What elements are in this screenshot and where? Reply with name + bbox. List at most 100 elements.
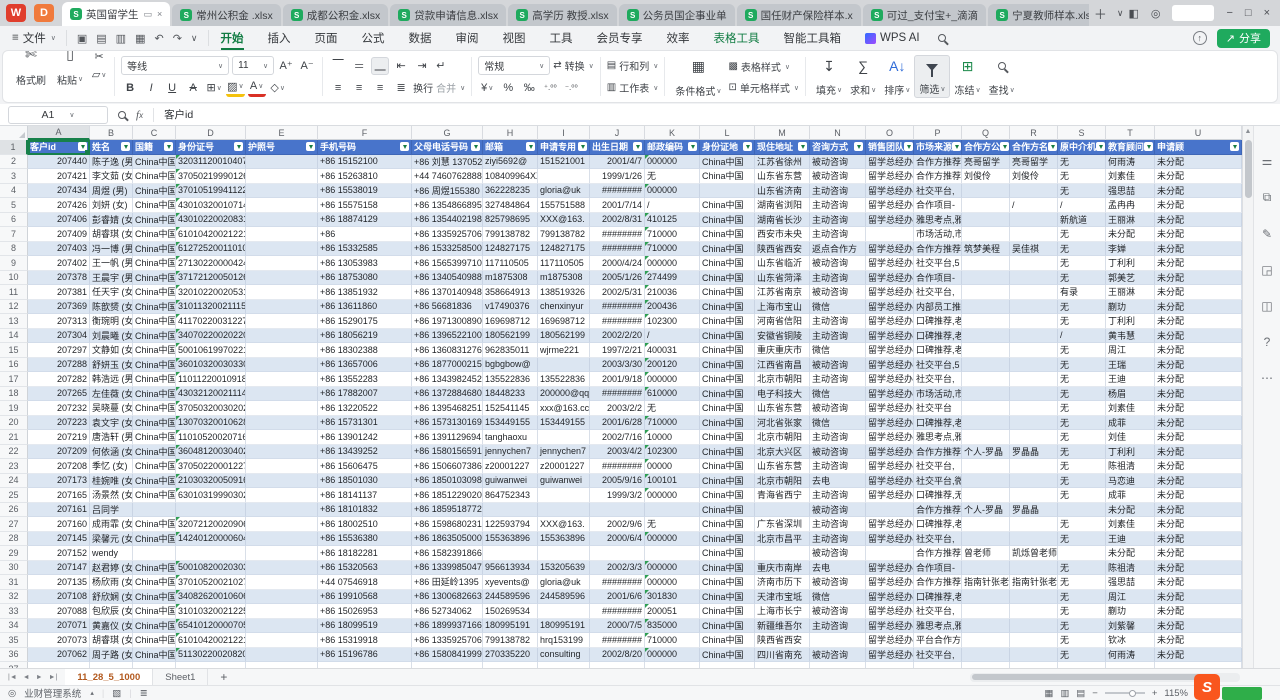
cell[interactable]: China中国	[700, 300, 755, 315]
cell[interactable]: 马恋迪	[1106, 474, 1155, 489]
cell[interactable]: +86 15263810	[318, 169, 412, 184]
cell[interactable]	[590, 546, 645, 561]
cell[interactable]: 无	[1058, 517, 1106, 532]
cell[interactable]: 刘素佳	[1106, 401, 1155, 416]
sum-button[interactable]: ∑求和∨	[846, 55, 880, 98]
cell[interactable]: 274499	[645, 271, 700, 286]
eraser-button[interactable]: ◇∨	[269, 79, 287, 97]
cell[interactable]: 成雨霏 (女	[90, 517, 133, 532]
cell[interactable]: China中国	[700, 169, 755, 184]
cell[interactable]: 口碑推荐,老	[914, 517, 962, 532]
cell[interactable]	[246, 155, 318, 170]
cell[interactable]: 无	[1058, 372, 1106, 387]
cell[interactable]: ziyi5692@	[483, 155, 538, 170]
cell[interactable]	[246, 604, 318, 619]
row-number[interactable]: 19	[0, 401, 28, 416]
header-cell-I[interactable]: 申请专用	[538, 140, 590, 155]
skin-icon[interactable]: ◎	[1151, 7, 1161, 20]
cell[interactable]	[1010, 488, 1058, 503]
cell[interactable]: 山东省菏泽	[755, 271, 810, 286]
fill-button[interactable]: ↧填充∨	[812, 55, 846, 98]
cell[interactable]: +86 13657006	[318, 358, 412, 373]
cell[interactable]: 市场活动,市	[914, 387, 962, 402]
cell[interactable]: 207071	[28, 619, 90, 634]
cell[interactable]: 未分配	[1155, 488, 1242, 503]
cell[interactable]: 2003/4/2	[590, 445, 645, 460]
cell[interactable]: 未分配	[1155, 387, 1242, 402]
cell[interactable]: 207288	[28, 358, 90, 373]
cell[interactable]: 被动咨询	[810, 358, 866, 373]
cell[interactable]: 王晨宇 (男	[90, 271, 133, 286]
cell[interactable]: +86 1582391866	[412, 546, 483, 561]
cell[interactable]: 无	[1058, 445, 1106, 460]
cell[interactable]: 180562199	[483, 329, 538, 344]
file-menu-button[interactable]: ≡ 文件 ∨	[0, 30, 66, 46]
cell[interactable]: China中国	[133, 416, 176, 431]
font-color-button[interactable]: A∨	[248, 79, 266, 97]
cell[interactable]: 被动咨询	[810, 575, 866, 590]
cell[interactable]: 社交平台,微	[914, 474, 962, 489]
cell[interactable]: 430103200107142529	[176, 198, 246, 213]
justify-icon[interactable]: ≣	[392, 79, 410, 97]
cell[interactable]: 117110505	[483, 256, 538, 271]
cell[interactable]: 未分配	[1155, 532, 1242, 547]
cell[interactable]: 社交平台,	[914, 372, 962, 387]
normal-view-icon[interactable]: ▦	[1044, 688, 1053, 699]
cell[interactable]: 2001/6/28	[590, 416, 645, 431]
cell[interactable]: 2002/3/3	[590, 561, 645, 576]
cell[interactable]: 180562199	[538, 329, 590, 344]
column-header-N[interactable]: N	[810, 126, 866, 140]
row-number[interactable]: 13	[0, 314, 28, 329]
cell[interactable]: 山东省临沂	[755, 256, 810, 271]
cell[interactable]: 122593794	[483, 517, 538, 532]
cell[interactable]: 511302200208200025	[176, 648, 246, 663]
cell[interactable]	[246, 633, 318, 648]
row-number[interactable]: 16	[0, 358, 28, 373]
cell[interactable]: China中国	[133, 213, 176, 228]
filter-button[interactable]: 筛选∨	[914, 55, 950, 98]
cell[interactable]: 留学总经办	[866, 300, 914, 315]
cell[interactable]: China中国	[700, 401, 755, 416]
cell[interactable]: +86 15606475	[318, 459, 412, 474]
cell[interactable]: 未分配	[1155, 256, 1242, 271]
cell[interactable]: 钦冰	[1106, 633, 1155, 648]
save-icon[interactable]: ▣	[77, 32, 87, 45]
document-tab[interactable]: S公务员国企事业单	[619, 4, 735, 26]
cell[interactable]: 合作项目-	[914, 561, 962, 576]
cell[interactable]: 未分配	[1155, 213, 1242, 228]
cell[interactable]: 袁文宇 (女	[90, 416, 133, 431]
row-number[interactable]: 1	[0, 140, 28, 155]
row-number[interactable]: 27	[0, 517, 28, 532]
cell[interactable]: 社交平台,5	[914, 256, 962, 271]
cell[interactable]: 无	[1058, 169, 1106, 184]
cell[interactable]: 何依涵 (女	[90, 445, 133, 460]
thousands-button[interactable]: ‰	[520, 79, 538, 97]
cell[interactable]: 110105200207165451	[176, 430, 246, 445]
cell[interactable]	[1010, 532, 1058, 547]
print-icon[interactable]: ▥	[116, 32, 126, 45]
filter-dropdown-icon[interactable]	[121, 142, 130, 151]
cell[interactable]: China中国	[700, 242, 755, 257]
cell[interactable]: China中国	[133, 575, 176, 590]
cell[interactable]: 未分配	[1155, 329, 1242, 344]
currency-button[interactable]: ¥∨	[478, 79, 496, 97]
filter-dropdown-icon[interactable]	[400, 142, 409, 151]
quick-access-chevron-icon[interactable]: ∨	[191, 33, 198, 44]
filter-dropdown-icon[interactable]	[688, 142, 697, 151]
docs-home-icon[interactable]: D	[34, 4, 54, 22]
cell[interactable]: +86 13611860	[318, 300, 412, 315]
format-painter-button[interactable]: ✄ 格式刷	[12, 50, 50, 88]
cell[interactable]: +86 13220522	[318, 401, 412, 416]
cell[interactable]: 135522836	[483, 372, 538, 387]
cell[interactable]	[1010, 561, 1058, 576]
first-sheet-icon[interactable]: |◄	[8, 674, 17, 681]
cell[interactable]: 主动咨询	[810, 372, 866, 387]
cell[interactable]	[1010, 633, 1058, 648]
cell[interactable]: 未分配	[1106, 503, 1155, 518]
cell[interactable]: 新航道	[1058, 213, 1106, 228]
cell[interactable]: 社交平台,5	[914, 358, 962, 373]
cell[interactable]: +86 1335925706	[412, 633, 483, 648]
cell[interactable]: 留学总经办	[866, 169, 914, 184]
cell[interactable]: 410125	[645, 213, 700, 228]
cell[interactable]: 630103199903020823	[176, 488, 246, 503]
